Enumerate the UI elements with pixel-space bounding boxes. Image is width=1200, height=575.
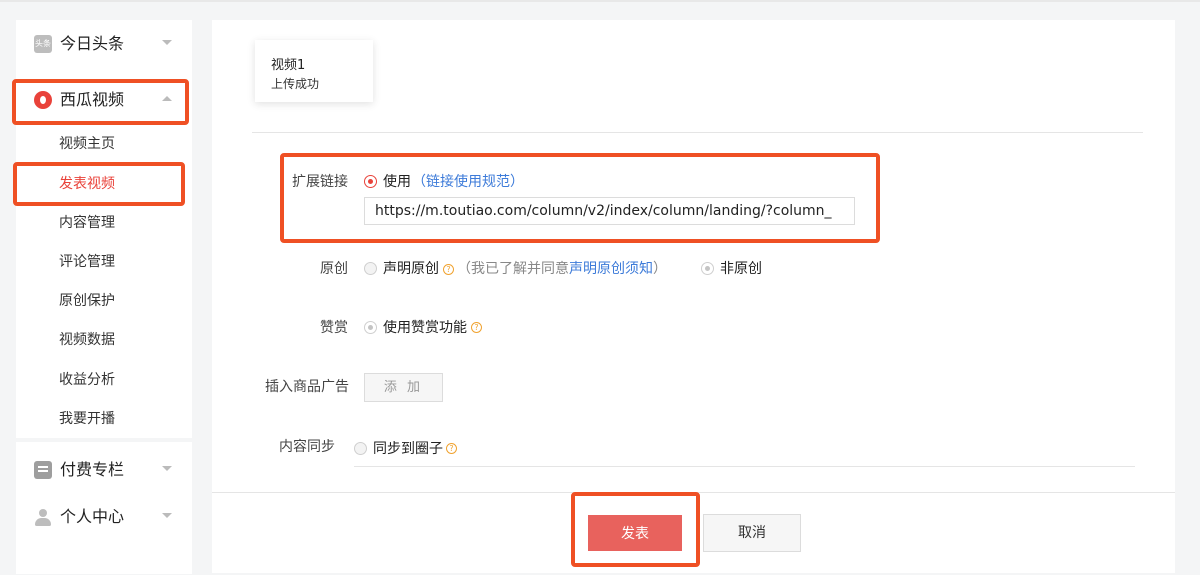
chevron-down-icon	[162, 513, 172, 518]
main-panel: 视频1 上传成功	[212, 20, 1175, 573]
sidebar-item-toutiao[interactable]: 头条 今日头条	[16, 26, 192, 62]
non-original-label: 非原创	[720, 261, 762, 277]
xigua-video-icon	[34, 91, 52, 109]
notice-prefix: （我已了解并同意	[457, 261, 569, 277]
product-ad-label: 插入商品广告	[265, 379, 349, 395]
publish-button[interactable]: 发表	[588, 515, 682, 551]
sidebar-main: 头条 今日头条 西瓜视频 视频主页 发表视频 内容管理 评论管理 原创保护 视频…	[16, 20, 192, 438]
sync-circle-label: 同步到圈子	[373, 441, 443, 457]
link-rules-link[interactable]: （链接使用规范）	[412, 173, 524, 191]
original-notice: （我已了解并同意声明原创须知）	[457, 260, 667, 278]
chevron-down-icon	[162, 40, 172, 45]
video-title: 视频1	[271, 58, 306, 73]
sidebar-subitem-original-protect[interactable]: 原创保护	[59, 291, 115, 311]
upload-status: 上传成功	[271, 77, 320, 91]
action-bar-divider	[212, 492, 1175, 493]
toutiao-icon: 头条	[34, 35, 52, 53]
cancel-button[interactable]: 取消	[703, 514, 801, 552]
ext-link-url-input[interactable]	[364, 197, 855, 225]
sidebar-item-label: 个人中心	[60, 507, 125, 526]
sidebar-item-paid-column[interactable]: 付费专栏	[16, 452, 192, 488]
sidebar-subitem-comment-manage[interactable]: 评论管理	[59, 252, 115, 272]
sync-circle-checkbox[interactable]	[354, 442, 367, 455]
section-divider	[252, 132, 1143, 133]
declare-original-radio[interactable]	[364, 262, 377, 275]
non-original-radio[interactable]	[701, 262, 714, 275]
sidebar-item-label: 今日头条	[60, 34, 125, 53]
ext-link-use-radio[interactable]	[364, 175, 377, 188]
sidebar-subitem-go-live[interactable]: 我要开播	[59, 409, 115, 429]
original-notice-link[interactable]: 声明原创须知	[569, 261, 653, 277]
content-sync-label: 内容同步	[279, 439, 335, 455]
reward-radio[interactable]	[364, 321, 377, 334]
top-divider	[0, 0, 1200, 2]
reward-option-label: 使用赞赏功能	[383, 320, 467, 336]
sidebar-item-label: 付费专栏	[60, 460, 125, 479]
notice-suffix: ）	[653, 261, 667, 277]
help-icon[interactable]: ?	[471, 322, 482, 333]
sidebar-item-profile[interactable]: 个人中心	[16, 499, 192, 535]
help-icon[interactable]: ?	[443, 264, 454, 275]
sidebar-subitem-revenue[interactable]: 收益分析	[59, 370, 115, 390]
help-icon[interactable]: ?	[446, 443, 457, 454]
sidebar-item-label: 西瓜视频	[60, 90, 125, 109]
ext-link-label: 扩展链接	[292, 174, 348, 190]
sidebar-subitem-content-manage[interactable]: 内容管理	[59, 213, 115, 233]
video-upload-card[interactable]: 视频1 上传成功	[255, 40, 373, 102]
sidebar-secondary: 付费专栏 个人中心	[16, 442, 192, 574]
chevron-down-icon	[162, 466, 172, 471]
chevron-up-icon	[162, 96, 172, 101]
add-product-button[interactable]: 添 加	[364, 373, 443, 402]
user-icon	[34, 508, 52, 526]
document-icon	[34, 461, 52, 479]
sidebar-item-xigua[interactable]: 西瓜视频	[16, 82, 192, 118]
declare-original-label: 声明原创	[383, 261, 439, 277]
original-label: 原创	[320, 261, 348, 277]
reward-label: 赞赏	[320, 320, 348, 336]
sidebar-subitem-video-data[interactable]: 视频数据	[59, 330, 115, 350]
sync-divider	[354, 466, 1135, 467]
ext-link-use-label: 使用	[383, 174, 411, 190]
sidebar-subitem-video-home[interactable]: 视频主页	[59, 134, 115, 154]
sidebar-subitem-publish-video[interactable]: 发表视频	[59, 174, 115, 194]
